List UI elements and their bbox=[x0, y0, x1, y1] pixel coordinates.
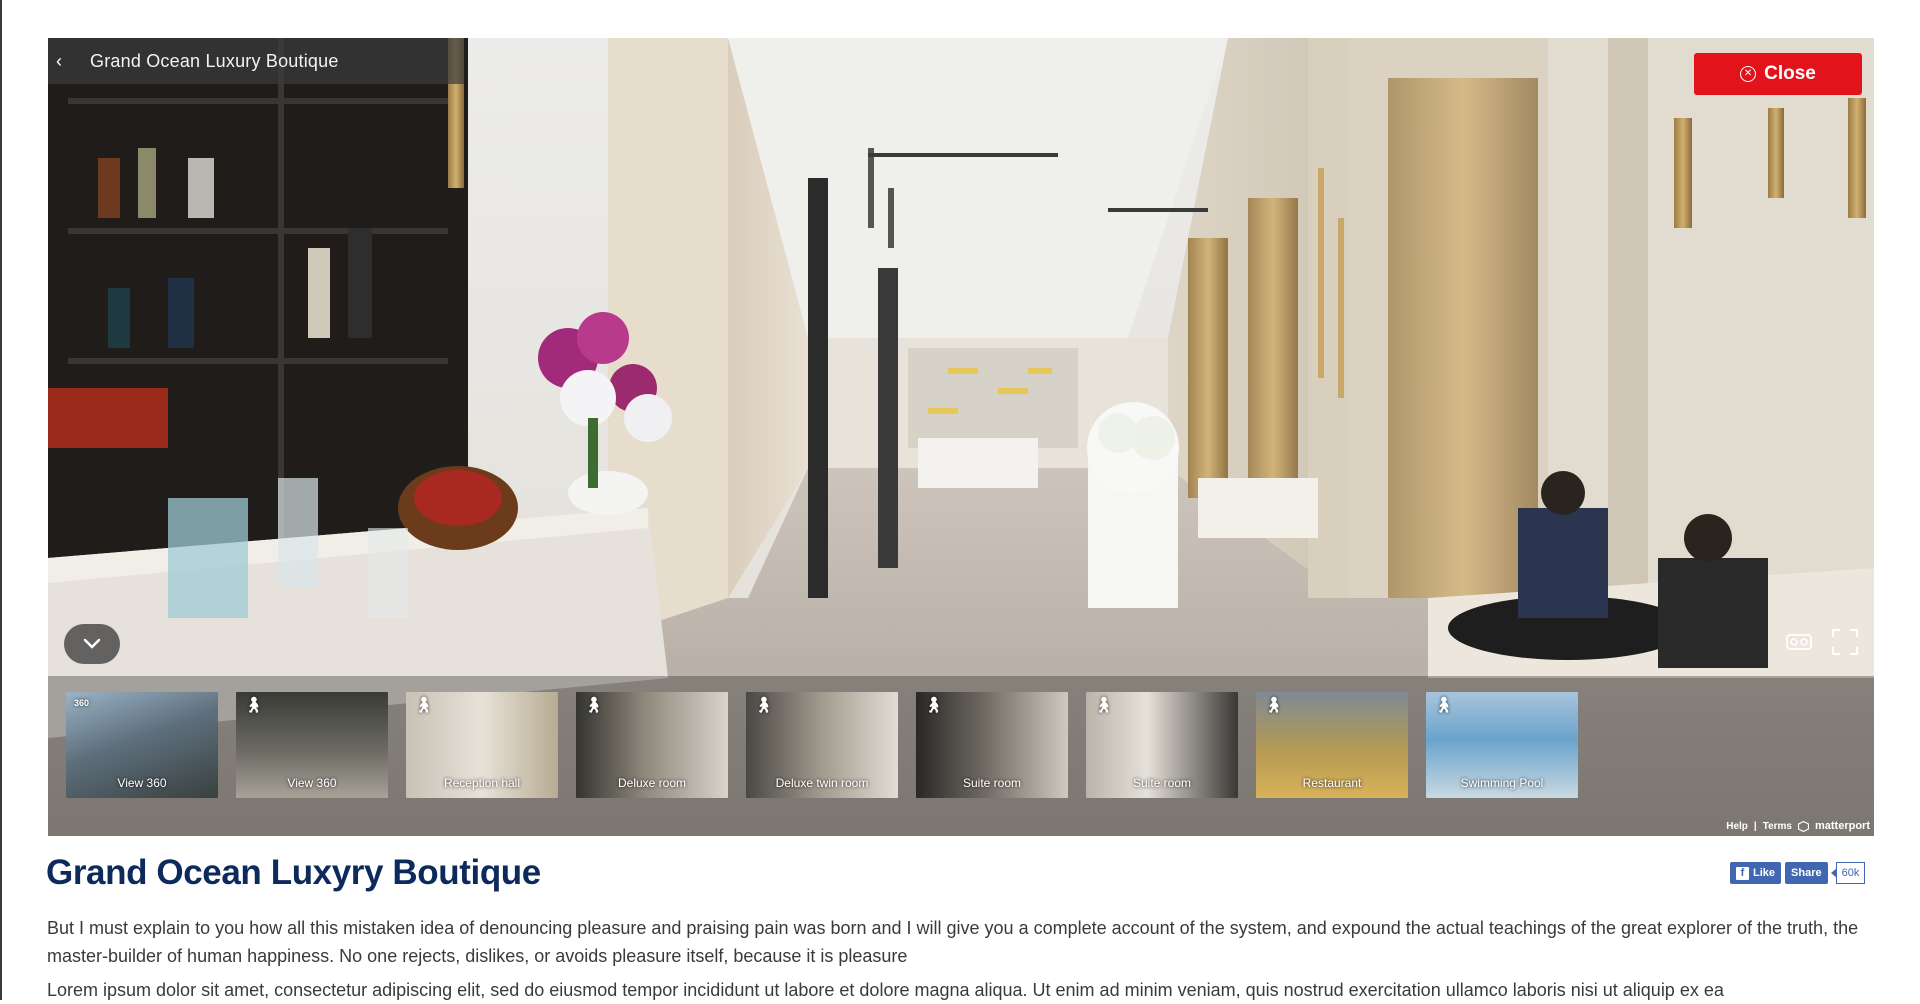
footer-separator: | bbox=[1753, 820, 1757, 832]
thumbnail-label: Suite room bbox=[962, 776, 1022, 790]
thumbnail-label: Swimming Pool bbox=[1460, 776, 1544, 790]
close-circle-icon: ✕ bbox=[1740, 66, 1757, 82]
scene-thumbnails: 360 View 360 🚶︎ View 360 🚶︎ Reception ha… bbox=[66, 692, 1596, 798]
close-button[interactable]: ✕ Close bbox=[1694, 53, 1862, 95]
tour-title-bar: ‹ Grand Ocean Luxury Boutique bbox=[48, 38, 464, 84]
rotate-360-icon: 360 bbox=[74, 698, 90, 708]
thumbnail-label: Deluxe twin room bbox=[775, 776, 869, 790]
walk-icon: 🚶︎ bbox=[584, 697, 604, 714]
thumbnail-label: Suite room bbox=[1132, 776, 1192, 790]
back-arrow-icon[interactable]: ‹ bbox=[56, 51, 76, 72]
thumbnail-label: Reception hall bbox=[443, 776, 521, 790]
walk-icon: 🚶︎ bbox=[924, 697, 944, 714]
collapse-thumbnails-button[interactable] bbox=[64, 624, 120, 664]
tour-title: Grand Ocean Luxury Boutique bbox=[90, 50, 339, 71]
walk-icon: 🚶︎ bbox=[1434, 697, 1454, 714]
help-link[interactable]: Help bbox=[1726, 821, 1748, 832]
matterport-logo-icon bbox=[1797, 820, 1809, 832]
thumbnail-swimming-pool[interactable]: 🚶︎ Swimming Pool bbox=[1426, 692, 1578, 798]
thumbnail-view-360-exterior[interactable]: 360 View 360 bbox=[66, 692, 218, 798]
thumbnail-reception-hall[interactable]: 🚶︎ Reception hall bbox=[406, 692, 558, 798]
matterport-brand[interactable]: matterport bbox=[1815, 820, 1870, 832]
description-paragraph-1: But I must explain to you how all this m… bbox=[47, 918, 1859, 966]
thumbnail-label: Restaurant bbox=[1302, 776, 1362, 790]
facebook-icon: f bbox=[1736, 866, 1749, 880]
facebook-social-buttons: f Like Share 60k bbox=[1730, 862, 1866, 884]
thumbnail-deluxe-twin-room[interactable]: 🚶︎ Deluxe twin room bbox=[746, 692, 898, 798]
walk-icon: 🚶︎ bbox=[754, 697, 774, 714]
page-left-border bbox=[0, 0, 2, 1000]
facebook-like-count: 60k bbox=[1830, 862, 1866, 884]
walk-icon: 🚶︎ bbox=[1094, 697, 1114, 714]
close-label: Close bbox=[1764, 63, 1816, 84]
fullscreen-icon[interactable] bbox=[1832, 629, 1858, 655]
share-label: Share bbox=[1791, 867, 1822, 879]
thumbnail-label: View 360 bbox=[117, 776, 167, 790]
facebook-like-button[interactable]: f Like bbox=[1730, 862, 1782, 884]
like-label: Like bbox=[1753, 867, 1776, 879]
chevron-down-icon bbox=[83, 638, 101, 649]
page-title: Grand Ocean Luxyry Boutique bbox=[46, 853, 541, 892]
thumbnail-label: Deluxe room bbox=[617, 776, 687, 790]
thumbnail-label: View 360 bbox=[287, 776, 337, 790]
virtual-tour-viewer[interactable]: ‹ Grand Ocean Luxury Boutique ✕ Close 36… bbox=[48, 38, 1874, 836]
thumbnail-deluxe-room[interactable]: 🚶︎ Deluxe room bbox=[576, 692, 728, 798]
walk-icon: 🚶︎ bbox=[1264, 697, 1284, 714]
viewer-footer: Help | Terms matterport bbox=[1726, 820, 1870, 832]
terms-link[interactable]: Terms bbox=[1763, 821, 1792, 832]
walk-icon: 🚶︎ bbox=[414, 697, 434, 714]
thumbnail-restaurant[interactable]: 🚶︎ Restaurant bbox=[1256, 692, 1408, 798]
facebook-share-button[interactable]: Share bbox=[1785, 862, 1828, 884]
thumbnail-suite-room-2[interactable]: 🚶︎ Suite room bbox=[1086, 692, 1238, 798]
walk-icon: 🚶︎ bbox=[244, 697, 264, 714]
vr-headset-icon[interactable] bbox=[1786, 632, 1812, 652]
thumbnail-suite-room-1[interactable]: 🚶︎ Suite room bbox=[916, 692, 1068, 798]
thumbnail-view-360-entrance[interactable]: 🚶︎ View 360 bbox=[236, 692, 388, 798]
